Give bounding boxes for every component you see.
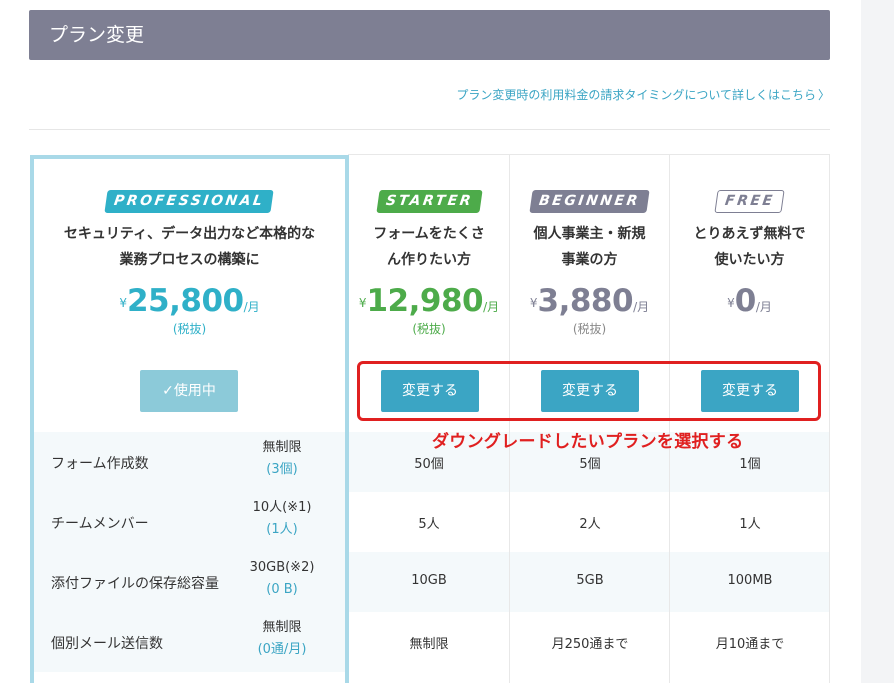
plan-description: フォームをたくさ xyxy=(373,226,485,242)
feature-value: 10GB xyxy=(411,573,447,588)
section-header: プラン変更 xyxy=(29,10,830,60)
billing-timing-link-text: プラン変更時の利用料金の請求タイミングについて詳しくはこちら xyxy=(456,88,816,102)
feature-label: 添付ファイルの保存総容量 xyxy=(51,576,219,592)
plan-badge: FREE xyxy=(714,190,785,213)
pro-feature-value: 無制限 (3個) xyxy=(262,440,302,477)
feature-label: 個別メール送信数 xyxy=(51,636,163,652)
highlight-box xyxy=(357,361,821,421)
right-gutter xyxy=(861,0,894,683)
plan-description: 使いたい方 xyxy=(714,252,785,268)
plan-column-starter: STARTER フォームをたくさ ん作りたい方 ¥12,980/月 (税抜) xyxy=(349,155,509,337)
tax-note: (税抜) xyxy=(172,322,207,336)
pro-feature-value: 無制限 (0通/月) xyxy=(257,620,307,657)
feature-label: チームメンバー xyxy=(51,516,149,532)
feature-label: フォーム作成数 xyxy=(51,456,149,472)
current-plan-button[interactable]: ✓使用中 xyxy=(140,370,238,412)
plan-price: ¥3,880/月 xyxy=(529,283,650,319)
feature-value: 100MB xyxy=(727,573,773,588)
feature-value: 5GB xyxy=(576,573,604,588)
feature-value: 1個 xyxy=(739,457,761,472)
plan-description: 業務プロセスの構築に xyxy=(119,252,260,268)
plan-column-professional: PROFESSIONAL セキュリティ、データ出力など本格的な 業務プロセスの構… xyxy=(34,155,345,337)
feature-value: 無制限 xyxy=(409,637,449,652)
plan-description: 事業の方 xyxy=(561,252,618,268)
feature-value: 50個 xyxy=(414,457,444,472)
plan-price: ¥12,980/月 xyxy=(358,283,500,319)
chevron-right-icon: 〉 xyxy=(817,88,830,102)
feature-value: 月250通まで xyxy=(551,637,629,652)
pro-feature-value: 10人(※1) (1人) xyxy=(252,500,312,537)
tax-note: (税抜) xyxy=(572,322,607,336)
plan-description: 個人事業主・新規 xyxy=(533,226,646,242)
feature-value: 5人 xyxy=(418,517,440,532)
plan-description: ん作りたい方 xyxy=(387,252,471,268)
feature-value: 5個 xyxy=(579,457,601,472)
plan-price: ¥25,800/月 xyxy=(119,283,260,319)
annotation-text: ダウングレードしたいプランを選択する xyxy=(432,432,744,452)
billing-timing-link[interactable]: プラン変更時の利用料金の請求タイミングについて詳しくはこちら〉 xyxy=(456,86,830,103)
plan-price: ¥0/月 xyxy=(727,283,772,319)
feature-value: 1人 xyxy=(739,517,761,532)
feature-value: 月10通まで xyxy=(715,637,785,652)
plan-badge: STARTER xyxy=(375,190,483,213)
page-title: プラン変更 xyxy=(49,24,145,46)
plan-description: セキュリティ、データ出力など本格的な xyxy=(63,226,316,242)
plan-badge: BEGINNER xyxy=(529,190,650,213)
feature-value: 2人 xyxy=(579,517,601,532)
plan-badge: PROFESSIONAL xyxy=(104,190,275,213)
plan-description: とりあえず無料で xyxy=(693,226,806,242)
tax-note: (税抜) xyxy=(412,322,446,336)
pro-feature-value: 30GB(※2) (0 B) xyxy=(249,560,315,597)
divider xyxy=(29,129,830,130)
plan-column-beginner: BEGINNER 個人事業主・新規 事業の方 ¥3,880/月 (税抜) xyxy=(510,155,669,337)
plan-column-free: FREE とりあえず無料で 使いたい方 ¥0/月 xyxy=(670,155,829,319)
